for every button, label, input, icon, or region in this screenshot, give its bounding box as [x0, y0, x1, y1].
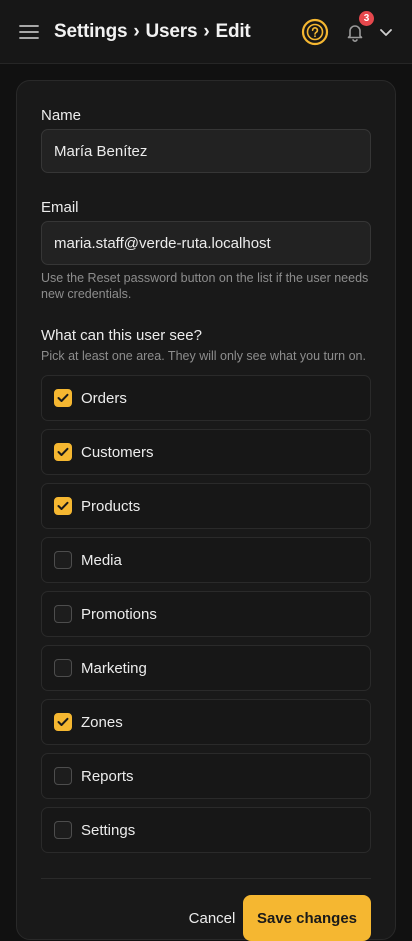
- permission-products[interactable]: Products: [41, 483, 371, 529]
- check-icon: [57, 501, 69, 510]
- permission-label: Reports: [81, 767, 134, 785]
- permission-customers[interactable]: Customers: [41, 429, 371, 475]
- permission-settings[interactable]: Settings: [41, 807, 371, 853]
- permission-label: Media: [81, 551, 122, 569]
- checkbox[interactable]: [54, 713, 72, 731]
- permissions-title: What can this user see?: [41, 327, 202, 344]
- breadcrumb-separator: ›: [133, 20, 140, 42]
- checkbox[interactable]: [54, 497, 72, 515]
- check-icon: [57, 717, 69, 726]
- chevron-down-icon[interactable]: [376, 22, 396, 42]
- permission-promotions[interactable]: Promotions: [41, 591, 371, 637]
- top-actions: 3: [300, 10, 396, 47]
- permission-reports[interactable]: Reports: [41, 753, 371, 799]
- checkbox[interactable]: [54, 659, 72, 677]
- breadcrumb-settings[interactable]: Settings: [54, 21, 128, 43]
- breadcrumb-separator: ›: [203, 20, 210, 42]
- checkbox[interactable]: [54, 821, 72, 839]
- permission-label: Promotions: [81, 605, 157, 623]
- top-bar: Settings › Users › Edit 3: [0, 0, 412, 64]
- help-circle-icon[interactable]: [300, 17, 330, 47]
- save-changes-button[interactable]: Save changes: [243, 895, 371, 941]
- permission-label: Customers: [81, 443, 154, 461]
- email-input[interactable]: [41, 221, 371, 265]
- edit-user-card: Name Email Use the Reset password button…: [16, 80, 396, 941]
- name-label: Name: [41, 107, 82, 124]
- checkbox[interactable]: [54, 443, 72, 461]
- actions-divider: [41, 878, 371, 879]
- checkbox[interactable]: [54, 605, 72, 623]
- permissions-hint: Pick at least one area. They will only s…: [41, 349, 366, 363]
- permission-label: Settings: [81, 821, 136, 839]
- permission-label: Orders: [81, 389, 127, 407]
- permission-label: Marketing: [81, 659, 147, 677]
- permission-orders[interactable]: Orders: [41, 375, 371, 421]
- notification-count-badge: 3: [359, 10, 374, 26]
- email-label: Email: [41, 199, 79, 216]
- check-icon: [57, 447, 69, 456]
- name-input[interactable]: [41, 129, 371, 173]
- permission-zones[interactable]: Zones: [41, 699, 371, 745]
- breadcrumb: Settings › Users › Edit: [54, 21, 251, 43]
- permission-media[interactable]: Media: [41, 537, 371, 583]
- permission-label: Zones: [81, 713, 123, 731]
- permission-marketing[interactable]: Marketing: [41, 645, 371, 691]
- checkbox[interactable]: [54, 389, 72, 407]
- hamburger-menu-icon[interactable]: [18, 21, 40, 43]
- permission-label: Products: [81, 497, 141, 515]
- check-icon: [57, 393, 69, 402]
- email-hint: Use the Reset password button on the lis…: [41, 271, 369, 301]
- notifications-button[interactable]: 3: [342, 10, 374, 45]
- checkbox[interactable]: [54, 551, 72, 569]
- breadcrumb-users[interactable]: Users: [146, 21, 198, 43]
- checkbox[interactable]: [54, 767, 72, 785]
- breadcrumb-edit: Edit: [215, 20, 251, 42]
